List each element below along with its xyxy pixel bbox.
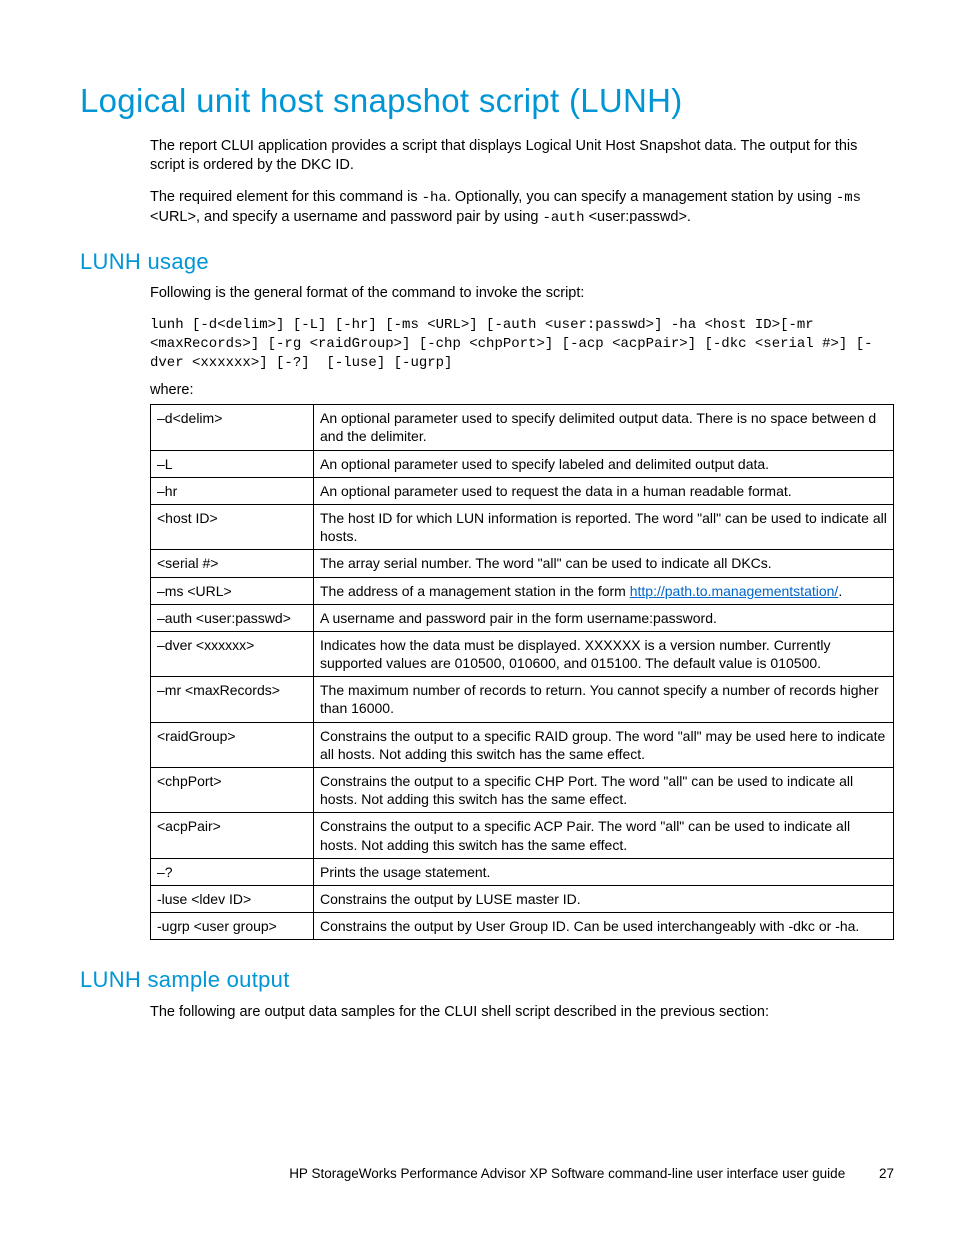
param-name: –dver <xxxxxx> (151, 631, 314, 676)
param-desc: Constrains the output to a specific RAID… (314, 722, 894, 767)
param-desc: Constrains the output to a specific ACP … (314, 813, 894, 858)
table-row: –?Prints the usage statement. (151, 858, 894, 885)
table-row: <serial #>The array serial number. The w… (151, 550, 894, 577)
intro2-text-c: <URL>, and specify a username and passwo… (150, 209, 543, 225)
table-row: <chpPort>Constrains the output to a spec… (151, 768, 894, 813)
table-row: –dver <xxxxxx>Indicates how the data mus… (151, 631, 894, 676)
param-name: –ms <URL> (151, 577, 314, 604)
intro2-code-ms: -ms (836, 190, 861, 206)
param-name: <raidGroup> (151, 722, 314, 767)
intro-paragraph-2: The required element for this command is… (150, 188, 894, 228)
param-desc: Indicates how the data must be displayed… (314, 631, 894, 676)
table-row: <raidGroup>Constrains the output to a sp… (151, 722, 894, 767)
footer-text: HP StorageWorks Performance Advisor XP S… (289, 1166, 845, 1181)
param-name: –? (151, 858, 314, 885)
page-title: Logical unit host snapshot script (LUNH) (80, 80, 894, 123)
section-sample-heading: LUNH sample output (80, 966, 894, 995)
param-desc: Constrains the output by User Group ID. … (314, 913, 894, 940)
param-name: –d<delim> (151, 405, 314, 450)
page-number: 27 (879, 1165, 894, 1183)
table-row: <host ID>The host ID for which LUN infor… (151, 504, 894, 549)
table-row: –ms <URL>The address of a management sta… (151, 577, 894, 604)
where-label: where: (150, 381, 894, 401)
param-name: –auth <user:passwd> (151, 604, 314, 631)
param-desc: The maximum number of records to return.… (314, 677, 894, 722)
usage-intro: Following is the general format of the c… (150, 284, 894, 304)
intro2-text-b: . Optionally, you can specify a manageme… (447, 189, 836, 205)
param-desc: An optional parameter used to request th… (314, 477, 894, 504)
param-desc: An optional parameter used to specify de… (314, 405, 894, 450)
table-row: <acpPair>Constrains the output to a spec… (151, 813, 894, 858)
param-name: -luse <ldev ID> (151, 885, 314, 912)
section-usage-heading: LUNH usage (80, 248, 894, 277)
table-row: –LAn optional parameter used to specify … (151, 450, 894, 477)
param-desc: Constrains the output by LUSE master ID. (314, 885, 894, 912)
parameters-table: –d<delim>An optional parameter used to s… (150, 404, 894, 940)
table-row: -ugrp <user group>Constrains the output … (151, 913, 894, 940)
param-desc: The array serial number. The word "all" … (314, 550, 894, 577)
param-desc: An optional parameter used to specify la… (314, 450, 894, 477)
param-name: –L (151, 450, 314, 477)
table-row: –d<delim>An optional parameter used to s… (151, 405, 894, 450)
intro2-code-ha: -ha (422, 190, 447, 206)
param-desc: The host ID for which LUN information is… (314, 504, 894, 549)
sample-intro: The following are output data samples fo… (150, 1003, 894, 1023)
param-desc: The address of a management station in t… (314, 577, 894, 604)
table-row: –mr <maxRecords>The maximum number of re… (151, 677, 894, 722)
table-row: -luse <ldev ID>Constrains the output by … (151, 885, 894, 912)
intro-paragraph-1: The report CLUI application provides a s… (150, 137, 894, 176)
param-name: -ugrp <user group> (151, 913, 314, 940)
intro2-code-auth: -auth (543, 210, 585, 226)
param-name: –hr (151, 477, 314, 504)
param-desc: Prints the usage statement. (314, 858, 894, 885)
param-desc: A username and password pair in the form… (314, 604, 894, 631)
table-row: –hrAn optional parameter used to request… (151, 477, 894, 504)
param-desc: Constrains the output to a specific CHP … (314, 768, 894, 813)
usage-code-block: lunh [-d<delim>] [-L] [-hr] [-ms <URL>] … (150, 316, 894, 373)
table-row: –auth <user:passwd>A username and passwo… (151, 604, 894, 631)
param-name: <acpPair> (151, 813, 314, 858)
param-name: –mr <maxRecords> (151, 677, 314, 722)
param-name: <chpPort> (151, 768, 314, 813)
page-footer: HP StorageWorks Performance Advisor XP S… (0, 1165, 894, 1183)
management-station-link[interactable]: http://path.to.managementstation/ (630, 583, 839, 599)
param-name: <host ID> (151, 504, 314, 549)
intro2-text-a: The required element for this command is (150, 189, 422, 205)
param-name: <serial #> (151, 550, 314, 577)
intro2-text-d: <user:passwd>. (585, 209, 691, 225)
